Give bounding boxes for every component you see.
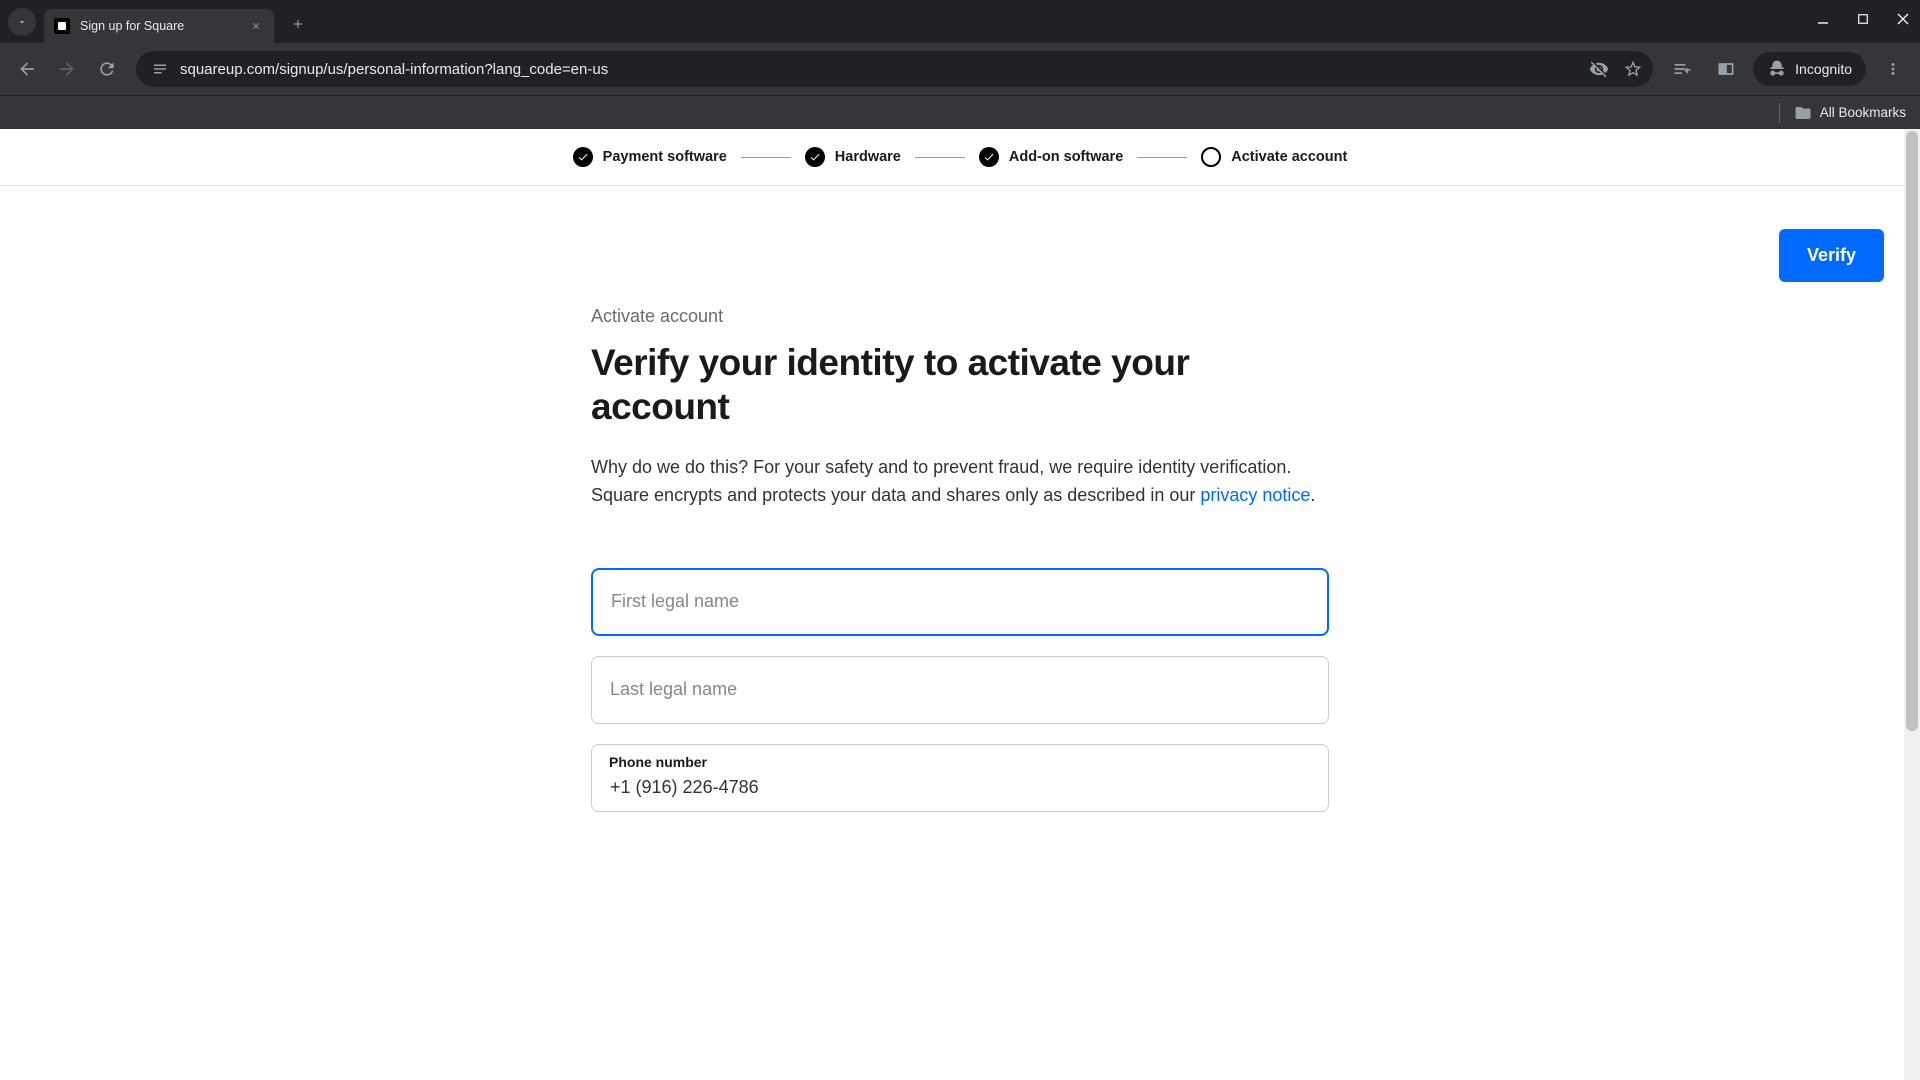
checkmark-icon (573, 147, 593, 167)
forward-button[interactable] (50, 52, 84, 86)
bookmarks-bar: All Bookmarks (0, 95, 1920, 129)
incognito-badge[interactable]: Incognito (1753, 52, 1866, 86)
eye-off-icon[interactable] (1589, 59, 1609, 79)
browser-menu-button[interactable] (1876, 52, 1910, 86)
description-text: Why do we do this? For your safety and t… (591, 457, 1291, 505)
site-info-icon[interactable] (146, 55, 174, 83)
first-name-input[interactable] (591, 568, 1329, 636)
step-addon-software: Add-on software (979, 147, 1123, 167)
step-label: Payment software (603, 149, 727, 165)
tab-bar: Sign up for Square (0, 0, 1920, 43)
progress-stepper: Payment software Hardware Add-on softwar… (0, 129, 1920, 186)
identity-form: Phone number (591, 568, 1329, 812)
step-connector (915, 157, 965, 158)
description-suffix: . (1310, 485, 1315, 505)
main-content: Activate account Verify your identity to… (591, 186, 1329, 812)
all-bookmarks-button[interactable]: All Bookmarks (1794, 104, 1906, 122)
step-payment-software: Payment software (573, 147, 727, 167)
address-bar[interactable]: squareup.com/signup/us/personal-informat… (136, 51, 1653, 87)
incognito-label: Incognito (1795, 61, 1852, 77)
step-connector (1137, 157, 1187, 158)
bookmark-star-icon[interactable] (1623, 59, 1643, 79)
incognito-icon (1767, 59, 1787, 79)
first-name-wrap (591, 568, 1329, 636)
privacy-notice-link[interactable]: privacy notice (1200, 485, 1310, 505)
step-connector (741, 157, 791, 158)
tab-close-button[interactable] (248, 18, 264, 34)
side-panel-icon[interactable] (1709, 52, 1743, 86)
page-breadcrumb: Activate account (591, 306, 1329, 327)
tab-title: Sign up for Square (80, 19, 242, 33)
step-activate-account: Activate account (1201, 147, 1347, 167)
page-description: Why do we do this? For your safety and t… (591, 454, 1329, 510)
tab-search-dropdown[interactable] (8, 8, 36, 36)
playlist-icon[interactable] (1665, 52, 1699, 86)
page-heading: Verify your identity to activate your ac… (591, 341, 1329, 430)
minimize-button[interactable] (1814, 10, 1832, 28)
verify-button[interactable]: Verify (1779, 229, 1884, 282)
step-label: Add-on software (1009, 149, 1123, 165)
step-label: Activate account (1231, 149, 1347, 165)
last-name-wrap (591, 656, 1329, 724)
close-window-button[interactable] (1894, 10, 1912, 28)
phone-wrap: Phone number (591, 744, 1329, 812)
step-label: Hardware (835, 149, 901, 165)
reload-button[interactable] (90, 52, 124, 86)
address-bar-row: squareup.com/signup/us/personal-informat… (0, 43, 1920, 95)
square-favicon (54, 18, 70, 34)
step-hardware: Hardware (805, 147, 901, 167)
back-button[interactable] (10, 52, 44, 86)
all-bookmarks-label: All Bookmarks (1820, 105, 1906, 120)
maximize-button[interactable] (1854, 10, 1872, 28)
phone-label: Phone number (609, 754, 707, 770)
folder-icon (1794, 104, 1812, 122)
scrollbar-thumb[interactable] (1906, 131, 1918, 731)
browser-tab[interactable]: Sign up for Square (44, 9, 274, 43)
window-controls (1814, 10, 1912, 28)
active-step-icon (1201, 147, 1221, 167)
new-tab-button[interactable] (284, 10, 312, 38)
checkmark-icon (805, 147, 825, 167)
url-text: squareup.com/signup/us/personal-informat… (180, 61, 1589, 78)
checkmark-icon (979, 147, 999, 167)
scrollbar-track[interactable] (1904, 129, 1920, 1080)
last-name-input[interactable] (591, 656, 1329, 724)
page-content: Payment software Hardware Add-on softwar… (0, 129, 1920, 1080)
browser-chrome: Sign up for Square (0, 0, 1920, 129)
